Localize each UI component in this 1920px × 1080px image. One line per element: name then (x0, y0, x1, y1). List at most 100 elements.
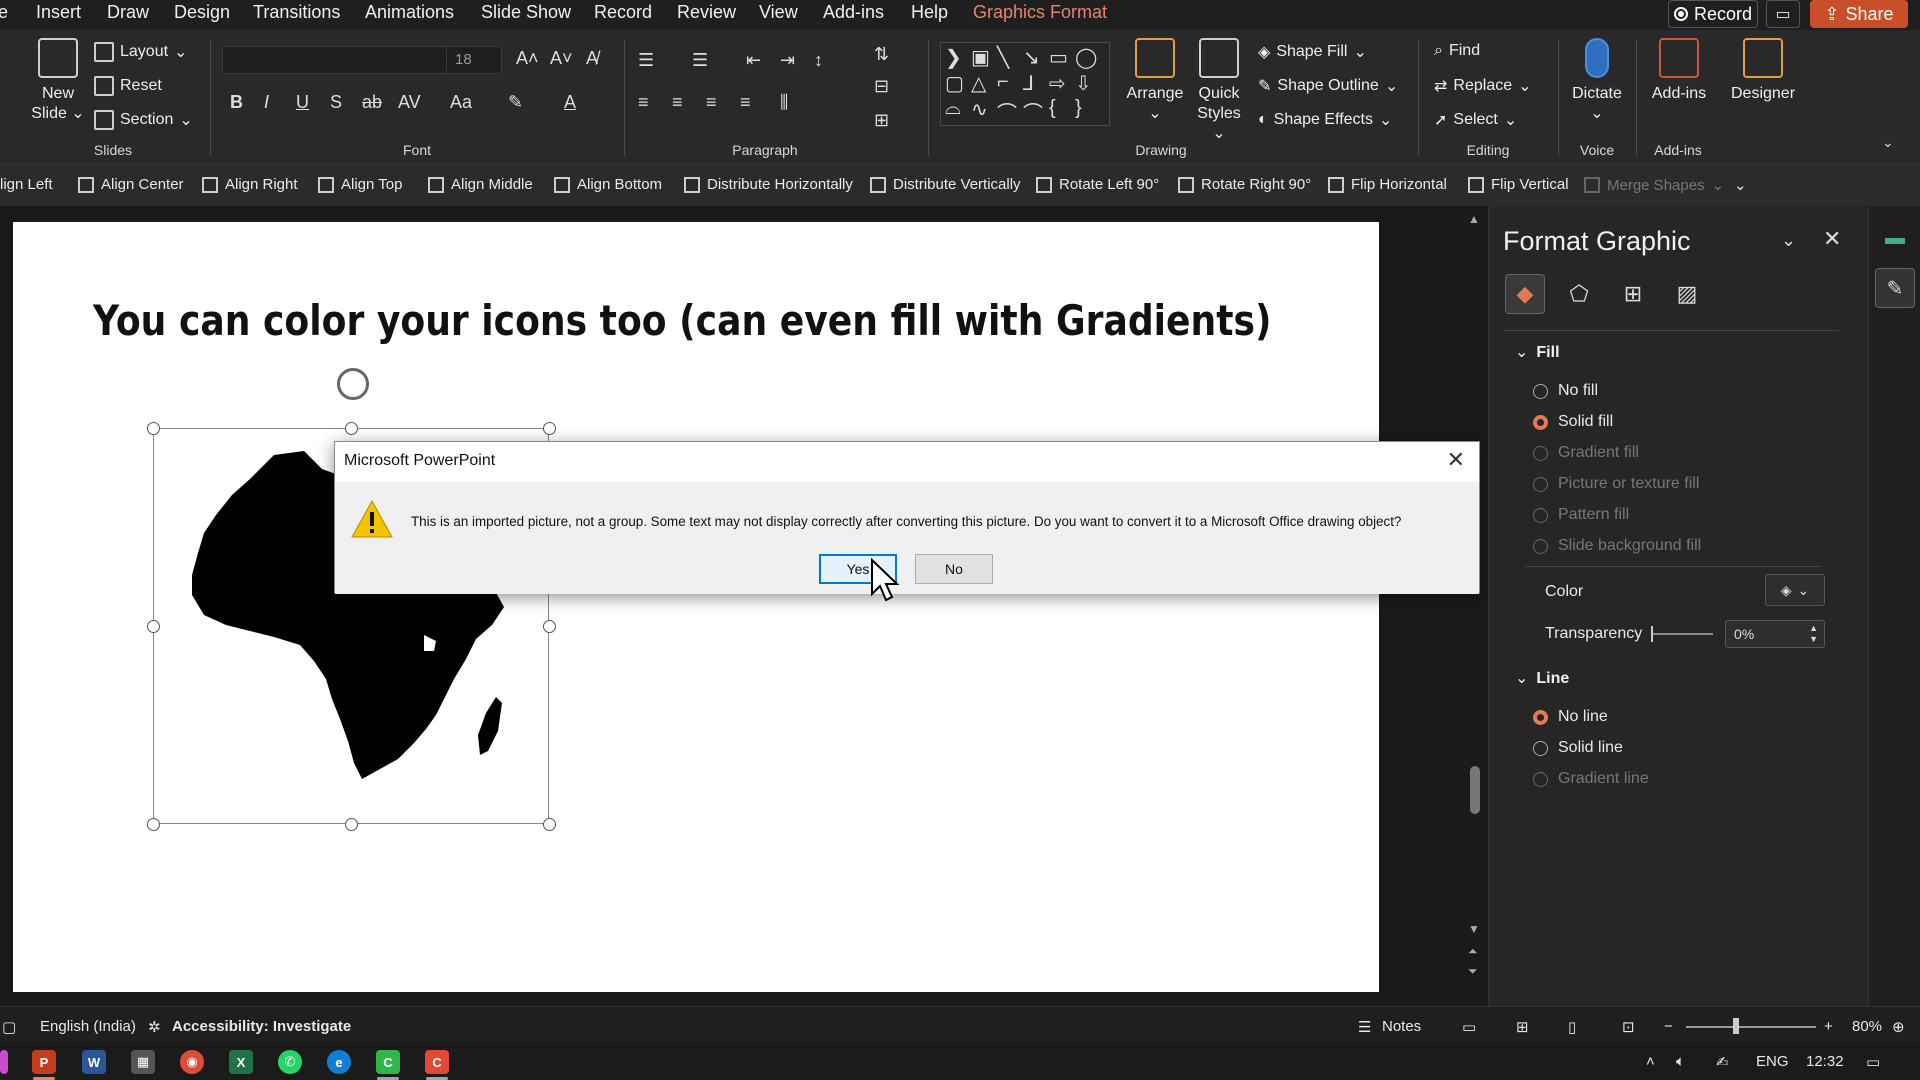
slide-view-icon[interactable]: ▢ (2, 1018, 16, 1036)
resize-handle-top-right[interactable] (543, 422, 556, 435)
pane-options-chevron-icon[interactable]: ⌄ (1781, 230, 1796, 251)
distribute-vertically-button[interactable]: Distribute Vertically (870, 176, 1021, 193)
resize-handle-left[interactable] (147, 620, 160, 633)
arc-shape-icon[interactable]: ⌒ (1023, 97, 1043, 126)
language-status[interactable]: English (India) (40, 1018, 136, 1035)
shadow-icon[interactable]: S (330, 92, 342, 113)
previous-slide-icon[interactable]: ⏶ (1468, 944, 1478, 959)
replace-button[interactable]: ⇄ Replace ⌄ (1434, 76, 1532, 96)
radio-no-line[interactable] (1533, 709, 1548, 725)
numbering-icon[interactable]: ☰ (692, 50, 708, 71)
center-text-icon[interactable]: ≡ (672, 92, 683, 113)
zoom-slider[interactable] (1686, 1026, 1816, 1028)
elbow-connector-shape-icon[interactable]: ⅃ (1023, 71, 1034, 96)
solid-fill-option[interactable]: Solid fill (1533, 413, 1613, 431)
tab-file[interactable]: e (0, 2, 8, 23)
designer-button[interactable]: Designer (1722, 38, 1804, 104)
zoom-slider-thumb[interactable] (1733, 1018, 1739, 1034)
text-direction-icon[interactable]: ⇅ (874, 44, 889, 65)
tab-slide-show[interactable]: Slide Show (481, 2, 571, 23)
slideshow-view-icon[interactable]: ⊡ (1622, 1018, 1635, 1036)
tab-record[interactable]: Record (594, 2, 652, 23)
tab-draw[interactable]: Draw (107, 2, 149, 23)
size-properties-tab[interactable]: ⊞ (1613, 274, 1653, 314)
powerpoint-app-icon[interactable]: P (32, 1050, 56, 1074)
customize-toolbar-button[interactable]: ⌄ (1734, 176, 1747, 194)
no-fill-option[interactable]: No fill (1533, 382, 1598, 400)
fill-color-picker[interactable]: ◈ ⌄ (1765, 574, 1825, 606)
dictate-button[interactable]: Dictate ⌄ (1562, 38, 1632, 124)
grow-font-icon[interactable]: A˄ (516, 48, 539, 69)
radio-solid-fill[interactable] (1533, 414, 1548, 430)
scroll-down-icon[interactable]: ▼ (1468, 922, 1480, 936)
comments-button[interactable]: ▭ (1766, 0, 1800, 28)
shape-effects-button[interactable]: ◐ Shape Effects ⌄ (1258, 110, 1392, 130)
effects-tab[interactable]: ⬠ (1559, 274, 1599, 314)
word-app-icon[interactable]: W (82, 1050, 106, 1074)
vertical-scrollbar[interactable]: ▲ ▼ ⏶ ⏷ (1464, 206, 1488, 1006)
accessibility-status[interactable]: Accessibility: Investigate (172, 1018, 351, 1035)
picture-tab[interactable]: ▨ (1667, 274, 1707, 314)
rounded-rect-shape-icon[interactable]: ▢ (945, 71, 964, 96)
tab-animations[interactable]: Animations (365, 2, 454, 23)
font-color-icon[interactable]: A (564, 92, 576, 113)
arrange-button[interactable]: Arrange ⌄ (1124, 38, 1186, 124)
flip-vertical-button[interactable]: Flip Vertical (1468, 176, 1569, 193)
curve-shape-icon[interactable]: ⌒ (997, 97, 1017, 126)
scroll-up-icon[interactable]: ▲ (1468, 212, 1480, 226)
slide-canvas[interactable]: You can color your icons too (can even f… (13, 222, 1379, 992)
char-spacing-icon[interactable]: AV (398, 92, 421, 113)
align-top-button[interactable]: Align Top (318, 176, 402, 193)
tab-add-ins[interactable]: Add-ins (823, 2, 884, 23)
fit-to-window-icon[interactable]: ⊕ (1892, 1018, 1905, 1036)
flip-horizontal-button[interactable]: Flip Horizontal (1328, 176, 1447, 193)
camtasia-red-app-icon[interactable]: C (425, 1050, 449, 1074)
pane-close-icon[interactable]: ✕ (1823, 226, 1841, 252)
notes-button[interactable]: Notes (1382, 1018, 1421, 1035)
tab-help[interactable]: Help (911, 2, 948, 23)
bold-icon[interactable]: B (230, 92, 243, 113)
resize-handle-right[interactable] (543, 620, 556, 633)
accessibility-icon[interactable]: ✲ (148, 1018, 161, 1036)
tab-insert[interactable]: Insert (36, 2, 81, 23)
align-left-text-icon[interactable]: ≡ (638, 92, 649, 113)
fill-section-header[interactable]: ⌄ Fill (1515, 342, 1560, 362)
strikethrough-icon[interactable]: ab (362, 92, 382, 113)
excel-app-icon[interactable]: X (229, 1050, 253, 1074)
arrow-line-shape-icon[interactable]: ↘ (1023, 45, 1040, 70)
font-size-input[interactable]: 18 (446, 46, 502, 74)
bullets-icon[interactable]: ☰ (638, 50, 654, 71)
edge-app-icon[interactable]: e (327, 1050, 351, 1074)
line-shape-icon[interactable]: ╲ (997, 45, 1009, 70)
smartart-icon[interactable]: ⊞ (874, 110, 889, 131)
notifications-icon[interactable]: ▭ (1866, 1053, 1880, 1071)
select-button[interactable]: ➚ Select ⌄ (1434, 110, 1517, 130)
reset-button[interactable]: Reset (94, 76, 162, 96)
zoom-out-icon[interactable]: − (1664, 1018, 1673, 1035)
input-language[interactable]: ENG (1756, 1053, 1789, 1070)
transparency-input[interactable]: 0% ▲ ▼ (1725, 620, 1825, 648)
clock[interactable]: 12:32 (1806, 1053, 1844, 1070)
tab-transitions[interactable]: Transitions (253, 2, 340, 23)
align-bottom-button[interactable]: Align Bottom (554, 176, 662, 193)
justify-icon[interactable]: ≡ (740, 92, 751, 113)
align-middle-button[interactable]: Align Middle (428, 176, 533, 193)
down-arrow-shape-icon[interactable]: ⇩ (1075, 71, 1092, 96)
spinner-arrows-icon[interactable]: ▲ ▼ (1809, 623, 1818, 645)
scribble-shape-icon[interactable]: ∿ (971, 97, 988, 122)
rotate-handle-icon[interactable] (337, 368, 369, 400)
no-line-option[interactable]: No line (1533, 708, 1608, 726)
increase-indent-icon[interactable]: ⇥ (780, 50, 795, 71)
resize-handle-bottom-left[interactable] (147, 818, 160, 831)
font-name-input[interactable] (222, 46, 452, 74)
shape-fill-button[interactable]: ◈ Shape Fill ⌄ (1258, 42, 1367, 62)
slide-sorter-icon[interactable]: ⊞ (1516, 1018, 1529, 1036)
new-slide-button[interactable]: New Slide ⌄ (28, 38, 88, 124)
chrome-app-icon[interactable]: ◉ (180, 1050, 204, 1074)
add-ins-button[interactable]: Add-ins (1642, 38, 1716, 104)
tab-graphics-format[interactable]: Graphics Format (973, 2, 1107, 23)
find-button[interactable]: ⌕ Find (1434, 42, 1480, 60)
right-arrow-shape-icon[interactable]: ⇨ (1049, 71, 1066, 96)
merge-shapes-button[interactable]: Merge Shapes ⌄ (1584, 176, 1724, 194)
volume-icon[interactable]: 🔈︎ (1676, 1053, 1685, 1070)
